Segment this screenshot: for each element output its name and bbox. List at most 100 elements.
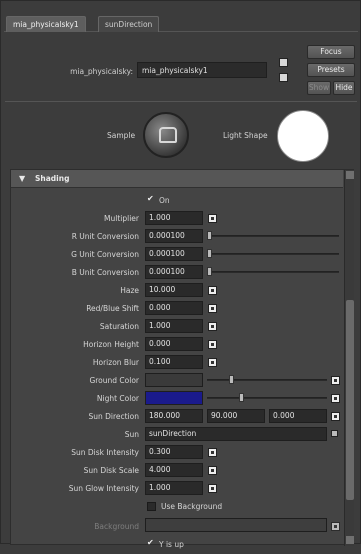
hide-button[interactable]: Hide xyxy=(333,81,355,95)
saturation-row: Saturation 1.000 xyxy=(11,318,341,336)
horizon-blur-label: Horizon Blur xyxy=(92,358,139,367)
sample-label: Sample xyxy=(107,131,136,140)
use-background-row: Use Background xyxy=(11,498,341,516)
map-texture-icon[interactable] xyxy=(331,376,340,385)
b-unit-slider[interactable] xyxy=(207,271,339,273)
background-row: Background xyxy=(11,516,341,536)
sun-field[interactable]: sunDirection xyxy=(145,427,327,441)
output-connection-icon[interactable] xyxy=(279,73,288,82)
tab-mia-physicalsky[interactable]: mia_physicalsky1 xyxy=(6,16,86,32)
map-texture-icon[interactable] xyxy=(208,214,217,223)
on-label: On xyxy=(159,196,170,205)
horizon-height-field[interactable]: 0.000 xyxy=(145,337,203,351)
scroll-up-icon[interactable] xyxy=(346,171,354,179)
saturation-field[interactable]: 1.000 xyxy=(145,319,203,333)
g-unit-slider-knob[interactable] xyxy=(207,249,212,258)
node-name-label: mia_physicalsky: xyxy=(70,67,133,76)
light-shape-label: Light Shape xyxy=(223,131,268,140)
sun-disk-intensity-field[interactable]: 0.300 xyxy=(145,445,203,459)
g-unit-slider[interactable] xyxy=(207,253,339,255)
multiplier-field[interactable]: 1.000 xyxy=(145,211,203,225)
connection-arrow-icon[interactable] xyxy=(331,430,338,437)
night-color-row: Night Color xyxy=(11,390,341,408)
r-unit-slider[interactable] xyxy=(207,235,339,237)
sun-glow-intensity-label: Sun Glow Intensity xyxy=(68,484,139,493)
ground-color-row: Ground Color xyxy=(11,372,341,390)
sun-direction-z-field[interactable]: 0.000 xyxy=(269,409,327,423)
night-color-slider-knob[interactable] xyxy=(239,393,244,402)
sample-swatch[interactable] xyxy=(143,112,189,158)
y-is-up-checkbox[interactable]: ✔ xyxy=(147,538,154,547)
shading-section: ▼ Shading ✔ On Multiplier 1.000 R Unit C… xyxy=(10,169,354,549)
map-texture-icon[interactable] xyxy=(208,466,217,475)
r-unit-slider-knob[interactable] xyxy=(207,231,212,240)
multiplier-row: Multiplier 1.000 xyxy=(11,210,341,228)
node-name-field[interactable]: mia_physicalsky1 xyxy=(137,62,267,78)
background-color-swatch[interactable] xyxy=(145,518,327,532)
scroll-thumb[interactable] xyxy=(346,300,354,500)
r-unit-row: R Unit Conversion 0.000100 xyxy=(11,228,341,246)
map-texture-icon[interactable] xyxy=(331,412,340,421)
sun-disk-scale-label: Sun Disk Scale xyxy=(83,466,139,475)
attribute-rows: ✔ On Multiplier 1.000 R Unit Conversion … xyxy=(11,192,341,554)
b-unit-label: B Unit Conversion xyxy=(71,268,139,277)
show-button[interactable]: Show xyxy=(307,81,331,95)
map-texture-icon[interactable] xyxy=(208,484,217,493)
map-texture-icon[interactable] xyxy=(331,522,340,531)
r-unit-label: R Unit Conversion xyxy=(71,232,139,241)
sun-direction-x-field[interactable]: 180.000 xyxy=(145,409,203,423)
ground-color-slider[interactable] xyxy=(207,379,327,381)
sun-disk-scale-row: Sun Disk Scale 4.000 xyxy=(11,462,341,480)
map-texture-icon[interactable] xyxy=(208,304,217,313)
red-blue-shift-row: Red/Blue Shift 0.000 xyxy=(11,300,341,318)
y-is-up-row: ✔ Y is up xyxy=(11,536,341,554)
sun-direction-y-field[interactable]: 90.000 xyxy=(207,409,265,423)
g-unit-label: G Unit Conversion xyxy=(71,250,139,259)
presets-button[interactable]: Presets xyxy=(307,63,355,77)
ground-color-swatch[interactable] xyxy=(145,373,203,387)
scroll-down-icon[interactable] xyxy=(346,536,354,544)
map-texture-icon[interactable] xyxy=(208,448,217,457)
vertical-scrollbar[interactable] xyxy=(344,170,354,546)
horizon-blur-field[interactable]: 0.100 xyxy=(145,355,203,369)
map-texture-icon[interactable] xyxy=(208,340,217,349)
use-background-checkbox[interactable] xyxy=(147,502,156,511)
g-unit-field[interactable]: 0.000100 xyxy=(145,247,203,261)
sun-disk-scale-field[interactable]: 4.000 xyxy=(145,463,203,477)
tab-sun-direction[interactable]: sunDirection xyxy=(98,16,160,32)
divider xyxy=(5,101,357,102)
on-checkbox[interactable]: ✔ xyxy=(147,194,154,203)
sun-row: Sun sunDirection xyxy=(11,426,341,444)
y-is-up-label: Y is up xyxy=(159,540,184,549)
night-color-swatch[interactable] xyxy=(145,391,203,405)
light-shape-swatch[interactable] xyxy=(277,110,329,162)
ground-color-slider-knob[interactable] xyxy=(229,375,234,384)
shading-section-header[interactable]: ▼ Shading xyxy=(11,170,343,188)
tab-bar: mia_physicalsky1 sunDirection xyxy=(4,14,358,32)
horizon-height-label: Horizon Height xyxy=(83,340,139,349)
b-unit-slider-knob[interactable] xyxy=(207,267,212,276)
multiplier-label: Multiplier xyxy=(104,214,139,223)
saturation-label: Saturation xyxy=(99,322,139,331)
horizon-height-row: Horizon Height 0.000 xyxy=(11,336,341,354)
map-texture-icon[interactable] xyxy=(208,286,217,295)
night-color-slider[interactable] xyxy=(207,397,327,399)
b-unit-field[interactable]: 0.000100 xyxy=(145,265,203,279)
haze-row: Haze 10.000 xyxy=(11,282,341,300)
sun-disk-intensity-row: Sun Disk Intensity 0.300 xyxy=(11,444,341,462)
horizon-blur-row: Horizon Blur 0.100 xyxy=(11,354,341,372)
red-blue-shift-field[interactable]: 0.000 xyxy=(145,301,203,315)
map-texture-icon[interactable] xyxy=(208,322,217,331)
red-blue-shift-label: Red/Blue Shift xyxy=(86,304,139,313)
focus-button[interactable]: Focus xyxy=(307,45,355,59)
sun-glow-intensity-field[interactable]: 1.000 xyxy=(145,481,203,495)
g-unit-row: G Unit Conversion 0.000100 xyxy=(11,246,341,264)
attribute-editor-panel: mia_physicalsky1 sunDirection mia_physic… xyxy=(0,0,361,549)
input-connection-icon[interactable] xyxy=(279,58,288,67)
map-texture-icon[interactable] xyxy=(208,358,217,367)
collapse-triangle-icon[interactable]: ▼ xyxy=(19,174,25,183)
haze-field[interactable]: 10.000 xyxy=(145,283,203,297)
map-texture-icon[interactable] xyxy=(331,394,340,403)
sun-disk-intensity-label: Sun Disk Intensity xyxy=(71,448,139,457)
r-unit-field[interactable]: 0.000100 xyxy=(145,229,203,243)
